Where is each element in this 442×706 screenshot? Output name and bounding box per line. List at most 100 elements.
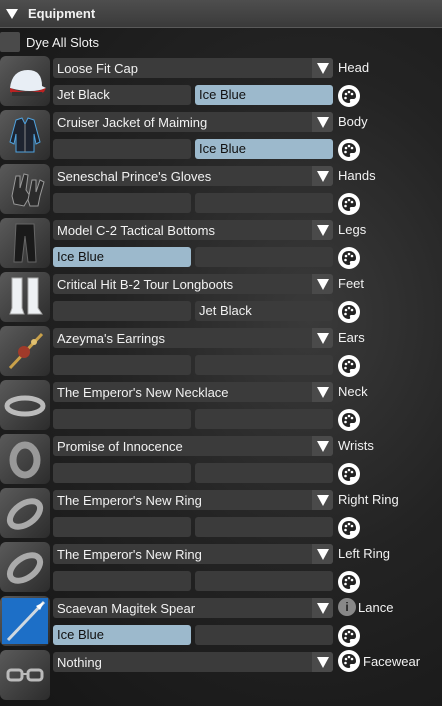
item-select[interactable]: Scaevan Magitek Spear (53, 598, 333, 618)
dropdown-arrow-icon[interactable] (312, 490, 333, 510)
dye-all-label: Dye All Slots (26, 34, 99, 50)
item-select[interactable]: Model C-2 Tactical Bottoms (53, 220, 333, 240)
slot-label: Lance (358, 600, 394, 615)
equipment-row: Critical Hit B-2 Tour Longboots Jet Blac… (0, 272, 442, 324)
item-select[interactable]: Promise of Innocence (53, 436, 333, 456)
dye-channel-1[interactable] (53, 409, 191, 429)
dye-all-slots[interactable]: Dye All Slots (0, 31, 99, 53)
palette-icon[interactable] (338, 517, 360, 539)
gloves-icon[interactable] (0, 164, 50, 214)
item-select[interactable]: Loose Fit Cap (53, 58, 333, 78)
dye-channel-1[interactable] (53, 355, 191, 375)
ring-icon[interactable] (0, 542, 50, 592)
palette-icon[interactable] (338, 463, 360, 485)
item-name: Loose Fit Cap (57, 60, 138, 76)
item-select[interactable]: Seneschal Prince's Gloves (53, 166, 333, 186)
info-icon[interactable]: i (338, 598, 356, 616)
dye-channel-2[interactable]: Ice Blue (195, 139, 333, 159)
earrings-icon[interactable] (0, 326, 50, 376)
dye-channel-1[interactable]: Jet Black (53, 85, 191, 105)
slot-label: Neck (338, 384, 368, 399)
dropdown-arrow-icon[interactable] (312, 382, 333, 402)
collapse-triangle-icon[interactable] (6, 8, 18, 19)
dropdown-arrow-icon[interactable] (312, 544, 333, 564)
slot-label: Feet (338, 276, 365, 291)
pants-icon[interactable] (0, 218, 50, 268)
item-name: Critical Hit B-2 Tour Longboots (57, 276, 234, 292)
dye-all-checkbox[interactable] (0, 32, 20, 52)
item-select[interactable]: Critical Hit B-2 Tour Longboots (53, 274, 333, 294)
dye-channel-2[interactable]: Ice Blue (195, 85, 333, 105)
item-select[interactable]: Cruiser Jacket of Maiming (53, 112, 333, 132)
palette-icon[interactable] (338, 355, 360, 377)
cap-icon[interactable] (0, 56, 50, 106)
palette-icon[interactable] (338, 247, 360, 269)
item-name: Cruiser Jacket of Maiming (57, 114, 208, 130)
dye-channel-2[interactable] (195, 571, 333, 591)
slot-label: Body (338, 114, 368, 129)
palette-icon[interactable] (338, 650, 360, 672)
slot-label: Right Ring (338, 492, 399, 507)
slot-label: Facewear (363, 654, 421, 669)
item-select[interactable]: The Emperor's New Necklace (53, 382, 333, 402)
dye-channel-1[interactable]: Ice Blue (53, 625, 191, 645)
dye-channel-1[interactable] (53, 301, 191, 321)
item-name: Promise of Innocence (57, 438, 183, 454)
dropdown-arrow-icon[interactable] (312, 652, 333, 672)
palette-icon[interactable] (338, 409, 360, 431)
palette-icon[interactable] (338, 301, 360, 323)
dye-channel-2[interactable]: Jet Black (195, 301, 333, 321)
dropdown-arrow-icon[interactable] (312, 328, 333, 348)
item-name: The Emperor's New Necklace (57, 384, 229, 400)
item-name: The Emperor's New Ring (57, 546, 202, 562)
dye-channel-2[interactable] (195, 355, 333, 375)
item-name: Scaevan Magitek Spear (57, 600, 196, 616)
item-select[interactable]: Azeyma's Earrings (53, 328, 333, 348)
palette-icon[interactable] (338, 193, 360, 215)
equipment-row: The Emperor's New Ring Right Ring (0, 488, 442, 540)
dye-channel-2[interactable] (195, 193, 333, 213)
equipment-row: The Emperor's New Necklace Neck (0, 380, 442, 432)
glasses-icon[interactable] (0, 650, 50, 700)
palette-icon[interactable] (338, 139, 360, 161)
dye-channel-1[interactable]: Ice Blue (53, 247, 191, 267)
item-select[interactable]: The Emperor's New Ring (53, 544, 333, 564)
slot-label: Wrists (338, 438, 374, 453)
bracelet-icon[interactable] (0, 434, 50, 484)
dye-channel-2[interactable] (195, 463, 333, 483)
equipment-row: Azeyma's Earrings Ears (0, 326, 442, 378)
dye-channel-1[interactable] (53, 193, 191, 213)
dropdown-arrow-icon[interactable] (312, 598, 333, 618)
section-title: Equipment (28, 6, 96, 21)
dropdown-arrow-icon[interactable] (312, 112, 333, 132)
dye-channel-2[interactable] (195, 247, 333, 267)
necklace-icon[interactable] (0, 380, 50, 430)
palette-icon[interactable] (338, 85, 360, 107)
dye-channel-1[interactable] (53, 517, 191, 537)
dropdown-arrow-icon[interactable] (312, 436, 333, 456)
equipment-row: Nothing Facewear (0, 650, 442, 702)
equipment-row: Cruiser Jacket of Maiming Ice Blue Body (0, 110, 442, 162)
dye-channel-2[interactable] (195, 625, 333, 645)
palette-icon[interactable] (338, 625, 360, 647)
item-name: Nothing (57, 654, 102, 670)
dye-channel-1[interactable] (53, 139, 191, 159)
dropdown-arrow-icon[interactable] (312, 58, 333, 78)
equipment-header[interactable]: Equipment (0, 0, 442, 28)
dye-channel-1[interactable] (53, 463, 191, 483)
item-select[interactable]: Nothing (53, 652, 333, 672)
jacket-icon[interactable] (0, 110, 50, 160)
item-name: The Emperor's New Ring (57, 492, 202, 508)
dropdown-arrow-icon[interactable] (312, 274, 333, 294)
spear-icon[interactable] (0, 596, 50, 646)
dropdown-arrow-icon[interactable] (312, 166, 333, 186)
dye-channel-2[interactable] (195, 409, 333, 429)
item-select[interactable]: The Emperor's New Ring (53, 490, 333, 510)
equipment-row: The Emperor's New Ring Left Ring (0, 542, 442, 594)
dye-channel-2[interactable] (195, 517, 333, 537)
ring-icon[interactable] (0, 488, 50, 538)
boots-icon[interactable] (0, 272, 50, 322)
dye-channel-1[interactable] (53, 571, 191, 591)
dropdown-arrow-icon[interactable] (312, 220, 333, 240)
palette-icon[interactable] (338, 571, 360, 593)
